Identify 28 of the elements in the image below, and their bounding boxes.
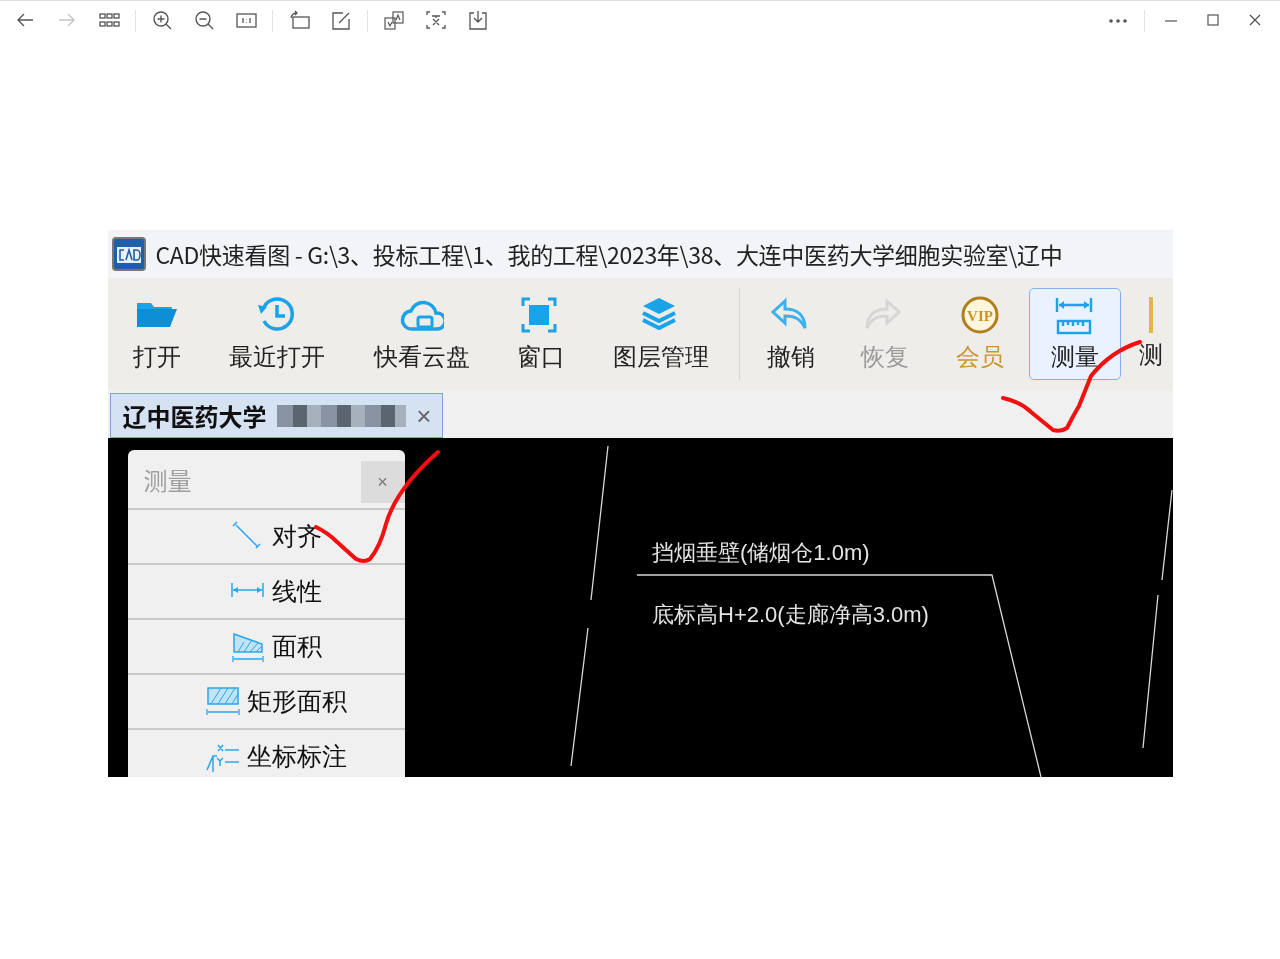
edit-icon [330, 10, 352, 31]
cloud-tool-button[interactable]: 快看云盘 [347, 288, 496, 380]
download-icon [467, 10, 489, 31]
app-logo-icon [111, 237, 146, 271]
window-tool-button[interactable]: 窗口 [495, 288, 586, 380]
zoom-out-icon [193, 10, 215, 31]
drawing-label: 底标高H+2.0(走廊净高3.0m) [651, 602, 929, 627]
minimize-icon [1165, 19, 1177, 22]
window-title: CAD快速看图 - G:\3、投标工程\1、我的工程\2023年\38、大连中医药大学细胞实验室\辽中 [155, 237, 1063, 271]
zoom-in-icon [151, 10, 173, 31]
layers-tool-button[interactable]: 图层管理 [585, 288, 736, 380]
translate-icon [383, 10, 405, 31]
panel-title: 测量 [143, 462, 192, 497]
partial-tool-button[interactable]: 测 [1120, 288, 1173, 380]
document-tab[interactable]: 辽中医药大学 × [109, 393, 443, 438]
measure-tool-button[interactable]: 测量 [1028, 288, 1121, 380]
text-scan-icon [425, 10, 447, 31]
tab-label: 辽中医药大学 [122, 398, 267, 433]
vip-label: VIP [966, 308, 993, 324]
more-icon [1109, 18, 1127, 23]
open-tool-button[interactable]: 打开 [107, 288, 206, 380]
rotate-icon [288, 10, 310, 31]
drawing-label: 挡烟垂壁(储烟仓1.0m) [651, 540, 870, 565]
undo-tool-button[interactable]: 撤销 [742, 288, 839, 380]
tool-icon-edge [1148, 297, 1153, 333]
tab-close-button[interactable]: × [416, 402, 432, 429]
actual-size-icon [235, 10, 257, 31]
recent-tool-button[interactable]: 最近打开 [205, 288, 348, 380]
